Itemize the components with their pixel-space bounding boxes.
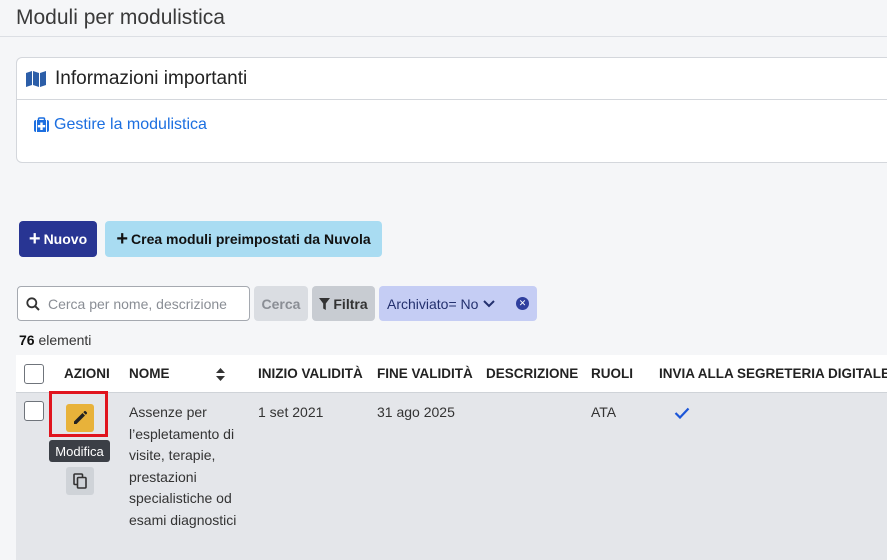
- title-divider: [0, 36, 887, 37]
- search-button[interactable]: Cerca: [254, 286, 308, 321]
- cell-inizio-validita: 1 set 2021: [258, 404, 324, 420]
- cell-nome-line: Assenze per: [129, 404, 207, 420]
- info-card-header: Informazioni importanti: [17, 58, 887, 100]
- create-preset-forms-button[interactable]: + Crea moduli preimpostati da Nuvola: [105, 221, 382, 257]
- column-header-fine-validita: FINE VALIDITÀ: [377, 366, 473, 381]
- column-header-descrizione: DESCRIZIONE: [486, 366, 579, 381]
- cell-ruoli: ATA: [591, 404, 617, 420]
- highlight-box: [49, 391, 108, 437]
- column-header-ruoli: RUOLI: [591, 366, 633, 381]
- remove-filter-icon[interactable]: ✕: [516, 297, 529, 310]
- result-count-label: elementi: [34, 332, 92, 348]
- create-preset-forms-label: Crea moduli preimpostati da Nuvola: [131, 231, 371, 247]
- plus-icon: +: [28, 228, 41, 250]
- archived-filter-label: Archiviato= No: [387, 295, 479, 312]
- check-icon: [674, 406, 690, 424]
- filter-button[interactable]: Filtra: [312, 286, 375, 321]
- table-row: Assenze per l’espletamento di visite, te…: [16, 393, 887, 560]
- duplicate-button[interactable]: [66, 467, 94, 495]
- cell-nome-line: prestazioni: [129, 468, 197, 485]
- map-icon: [25, 70, 47, 88]
- first-aid-icon: [33, 116, 50, 134]
- cell-nome-line: visite, terapie,: [129, 447, 216, 463]
- new-button-label: Nuovo: [43, 231, 88, 247]
- archived-filter-chip[interactable]: Archiviato= No ✕: [379, 286, 537, 321]
- column-header-inizio-validita: INIZIO VALIDITÀ: [258, 366, 363, 381]
- column-header-nome[interactable]: NOME: [129, 366, 170, 381]
- edit-tooltip: Modifica: [49, 440, 110, 462]
- search-icon: [26, 296, 40, 311]
- cell-fine-validita: 31 ago 2025: [377, 404, 455, 420]
- cell-nome: Assenze per l’espletamento di visite, te…: [129, 402, 236, 531]
- row-checkbox[interactable]: [24, 401, 44, 421]
- chevron-down-icon: [483, 299, 496, 308]
- info-card: Informazioni importanti Gestire la modul…: [16, 57, 887, 163]
- plus-icon: +: [116, 228, 129, 250]
- manage-forms-link[interactable]: Gestire la modulistica: [54, 116, 207, 134]
- column-header-azioni: AZIONI: [64, 366, 110, 381]
- table-header: AZIONI NOME INIZIO VALIDITÀ FINE VALIDIT…: [16, 355, 887, 393]
- search-input[interactable]: [48, 295, 243, 312]
- cell-nome-line: specialistiche od: [129, 490, 232, 506]
- result-count-number: 76: [19, 332, 35, 348]
- info-card-title: Informazioni importanti: [55, 67, 248, 89]
- copy-icon: [73, 473, 87, 489]
- filter-icon: [319, 297, 331, 310]
- select-all-checkbox[interactable]: [24, 364, 44, 384]
- page-title: Moduli per modulistica: [16, 6, 225, 29]
- cell-nome-line: l’espletamento di: [129, 425, 235, 442]
- sort-icon[interactable]: [215, 367, 226, 387]
- column-header-invia: INVIA ALLA SEGRETERIA DIGITALE?: [659, 366, 887, 381]
- new-button[interactable]: + Nuovo: [19, 221, 97, 257]
- filter-button-label: Filtra: [333, 295, 368, 312]
- cell-nome-line: esami diagnostici: [129, 511, 237, 528]
- search-field[interactable]: [17, 286, 250, 321]
- result-count: 76 elementi: [19, 332, 91, 348]
